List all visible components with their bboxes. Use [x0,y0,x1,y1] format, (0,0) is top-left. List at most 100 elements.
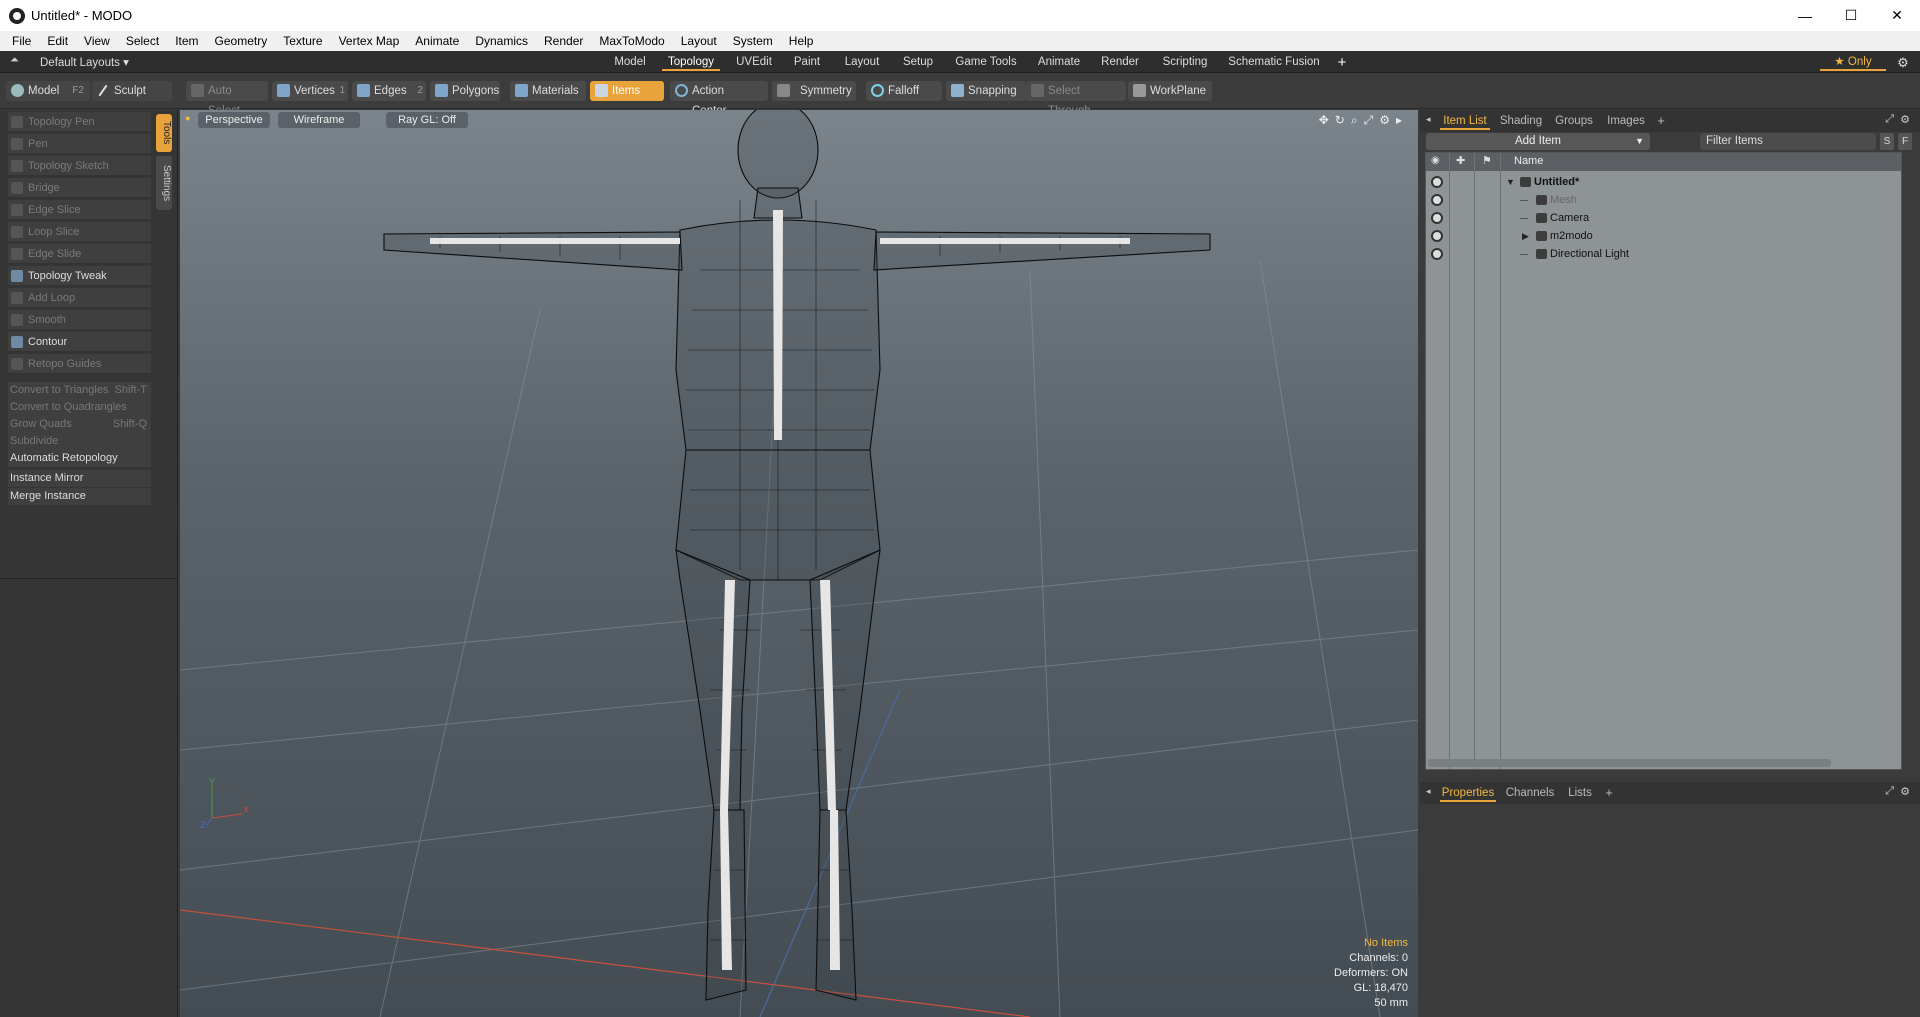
menu-dynamics[interactable]: Dynamics [467,34,536,48]
menu-select[interactable]: Select [118,34,167,48]
symmetry-button[interactable]: Symmetry [772,81,856,101]
tab-topology[interactable]: Topology [662,54,720,71]
tab-setup[interactable]: Setup [898,54,938,71]
snapping-button[interactable]: Snapping [946,81,1026,101]
merge-instance-button[interactable]: Merge Instance [8,488,151,505]
tool-edge-slide[interactable]: Edge Slide [8,244,151,264]
sculpt-mode-button[interactable]: Sculpt [92,81,172,101]
menu-file[interactable]: File [0,34,39,48]
falloff-button[interactable]: Falloff [866,81,942,101]
tab-layout[interactable]: Layout [838,54,886,71]
eye-icon[interactable] [1431,212,1443,224]
expand-arrow-icon[interactable]: ▶ [1522,227,1529,245]
action-center-button[interactable]: Action Center [670,81,768,117]
materials-button[interactable]: Materials [510,81,586,101]
add-item-dropdown[interactable]: Add Item ▼ [1426,133,1650,150]
menu-vertex-map[interactable]: Vertex Map [331,34,408,48]
3d-viewport[interactable]: ● Perspective Wireframe Ray GL: Off ✥ ↻ … [180,110,1418,1017]
panel-gear-icon[interactable]: ⚙ [1900,113,1910,126]
tab-images[interactable]: Images [1604,112,1648,130]
filter-items-input[interactable]: Filter Items [1700,133,1876,150]
item-row-directional-light[interactable]: Directional Light [1426,245,1901,263]
minimize-button[interactable]: — [1782,0,1828,31]
name-column-header[interactable]: Name [1514,155,1543,167]
tool-contour[interactable]: Contour [8,332,151,352]
items-button[interactable]: Items [590,81,664,101]
edges-button[interactable]: Edges 2 [352,81,426,101]
workplane-button[interactable]: WorkPlane [1128,81,1212,101]
item-row-m2modo[interactable]: ▶ m2modo [1426,227,1901,245]
tool-topology-pen[interactable]: Topology Pen [8,112,151,132]
command-subdivide[interactable]: Subdivide [8,433,151,450]
panel-expand-icon[interactable]: ⤢ [1885,785,1894,798]
tab-game-tools[interactable]: Game Tools [952,54,1020,71]
tab-groups[interactable]: Groups [1552,112,1596,130]
command-automatic-retopology[interactable]: Automatic Retopology [8,450,151,467]
item-row-untitled[interactable]: ▼ Untitled* [1426,173,1901,191]
gear-icon[interactable]: ⚙ [1896,54,1910,71]
tab-uvedit[interactable]: UVEdit [732,54,776,71]
menu-view[interactable]: View [76,34,118,48]
menu-render[interactable]: Render [536,34,591,48]
tab-shading[interactable]: Shading [1498,112,1544,130]
tool-retopo-guides[interactable]: Retopo Guides [8,354,151,374]
tool-edge-slice[interactable]: Edge Slice [8,200,151,220]
add-layout-tab-button[interactable]: + [1334,54,1350,71]
eye-icon[interactable] [1431,176,1443,188]
tool-bridge[interactable]: Bridge [8,178,151,198]
eye-icon[interactable] [1431,194,1443,206]
layout-collapse-icon[interactable]: ⏶ [10,54,19,67]
menu-help[interactable]: Help [781,34,822,48]
horizontal-scrollbar[interactable] [1428,759,1831,767]
tab-schematic-fusion[interactable]: Schematic Fusion [1226,54,1322,71]
tab-animate[interactable]: Animate [1034,54,1084,71]
panel-menu-icon[interactable]: ◂ [1426,114,1431,125]
eye-icon[interactable] [1431,248,1443,260]
panel-menu-icon[interactable]: ◂ [1426,786,1431,797]
tab-tools[interactable]: Tools [156,114,172,152]
command-convert-to-quadrangles[interactable]: Convert to Quadrangles [8,399,151,416]
tool-topology-sketch[interactable]: Topology Sketch [8,156,151,176]
menu-edit[interactable]: Edit [39,34,76,48]
auto-select-button[interactable]: Auto Select [186,81,268,117]
filter-s-button[interactable]: S [1880,133,1894,150]
only-toggle-button[interactable]: ★ Only [1820,54,1886,71]
menu-system[interactable]: System [725,34,781,48]
tab-properties[interactable]: Properties [1440,784,1496,802]
model-mode-button[interactable]: Model F2 [6,81,90,101]
tab-paint[interactable]: Paint [788,54,826,71]
close-button[interactable]: ✕ [1874,0,1920,31]
item-row-mesh[interactable]: Mesh [1426,191,1901,209]
panel-gear-icon[interactable]: ⚙ [1900,785,1910,798]
menu-layout[interactable]: Layout [673,34,725,48]
menu-item[interactable]: Item [167,34,206,48]
command-grow-quads[interactable]: Grow Quads Shift-Q [8,416,151,433]
select-through-button[interactable]: Select Through [1026,81,1126,117]
add-tab-button[interactable]: + [1602,784,1616,802]
tab-scripting[interactable]: Scripting [1156,54,1214,71]
tab-item-list[interactable]: Item List [1440,112,1490,130]
layout-preset-dropdown[interactable]: Default Layouts ▾ [40,55,129,69]
menu-maxtomodo[interactable]: MaxToModo [591,34,672,48]
filter-f-button[interactable]: F [1898,133,1912,150]
tool-smooth[interactable]: Smooth [8,310,151,330]
eye-icon[interactable] [1431,230,1443,242]
polygons-button[interactable]: Polygons [430,81,500,101]
item-row-camera[interactable]: Camera [1426,209,1901,227]
maximize-button[interactable]: ☐ [1828,0,1874,31]
add-tab-button[interactable]: + [1654,112,1668,130]
tool-loop-slice[interactable]: Loop Slice [8,222,151,242]
panel-expand-icon[interactable]: ⤢ [1885,113,1894,126]
expand-arrow-icon[interactable]: ▼ [1506,173,1515,191]
tab-lists[interactable]: Lists [1564,784,1596,802]
tab-channels[interactable]: Channels [1504,784,1556,802]
vertices-button[interactable]: Vertices 1 [272,81,348,101]
menu-texture[interactable]: Texture [275,34,330,48]
tool-pen[interactable]: Pen [8,134,151,154]
menu-geometry[interactable]: Geometry [207,34,276,48]
tab-render[interactable]: Render [1096,54,1144,71]
menu-animate[interactable]: Animate [407,34,467,48]
command-convert-to-triangles[interactable]: Convert to Triangles Shift-T [8,382,151,399]
instance-mirror-button[interactable]: Instance Mirror [8,470,151,487]
tool-topology-tweak[interactable]: Topology Tweak [8,266,151,286]
